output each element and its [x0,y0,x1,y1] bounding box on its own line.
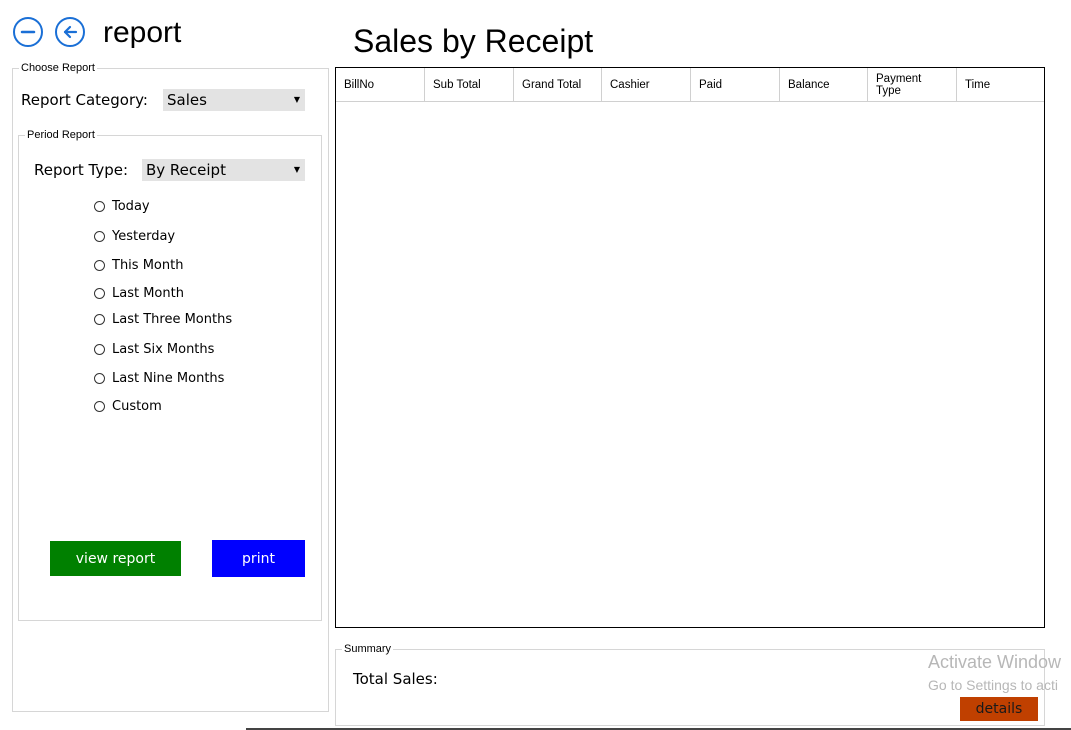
period-report-legend: Period Report [25,129,97,142]
report-category-value: Sales [167,91,207,109]
column-header[interactable]: Cashier [602,68,691,101]
activation-watermark-title: Activate Window [928,652,1062,672]
radio-circle-icon [94,200,105,212]
minimize-button[interactable] [13,17,43,47]
radio-last-month[interactable]: Last Month [94,284,184,302]
chevron-down-icon: ▼ [293,165,300,174]
radio-today[interactable]: Today [94,197,150,215]
radio-circle-icon [94,313,105,325]
report-type-value: By Receipt [146,161,226,179]
radio-label: Yesterday [112,228,176,244]
report-type-label: Report Type: [34,161,128,179]
total-sales-label: Total Sales: [353,670,438,688]
details-button[interactable]: details [960,697,1038,721]
radio-circle-icon [94,400,105,412]
radio-last-three-months[interactable]: Last Three Months [94,310,232,328]
summary-legend: Summary [342,643,394,656]
radio-circle-icon [94,343,105,355]
radio-circle-icon [94,230,105,242]
radio-label: This Month [112,257,184,273]
report-category-select[interactable]: Sales ▼ [163,89,305,111]
radio-label: Last Three Months [112,311,233,327]
radio-this-month[interactable]: This Month [94,256,183,274]
column-header[interactable]: Paid [691,68,780,101]
report-title: Sales by Receipt [353,23,594,59]
sales-data-grid[interactable]: BillNo Sub Total Grand Total Cashier Pai… [335,67,1045,628]
radio-custom[interactable]: Custom [94,397,162,415]
radio-label: Custom [112,398,162,414]
page-title: report [103,16,182,49]
radio-yesterday[interactable]: Yesterday [94,227,175,245]
radio-label: Last Month [112,285,184,301]
radio-last-six-months[interactable]: Last Six Months [94,340,214,358]
radio-last-nine-months[interactable]: Last Nine Months [94,369,224,387]
activation-watermark-subtitle: Go to Settings to acti [928,677,1058,693]
radio-circle-icon [94,259,105,271]
minus-circle-icon [20,30,36,34]
column-header[interactable]: Payment Type [868,68,957,101]
radio-circle-icon [94,372,105,384]
chevron-down-icon: ▼ [293,95,300,104]
radio-circle-icon [94,287,105,299]
choose-report-legend: Choose Report [19,62,97,75]
radio-label: Today [112,198,150,214]
radio-label: Last Nine Months [112,370,225,386]
report-type-select[interactable]: By Receipt ▼ [142,159,305,181]
arrow-left-circle-icon [63,25,78,39]
column-header[interactable]: Grand Total [514,68,602,101]
column-header[interactable]: Sub Total [425,68,514,101]
column-header[interactable]: Time [957,68,1044,101]
print-button[interactable]: print [212,540,305,577]
view-report-button[interactable]: view report [50,541,181,576]
report-category-label: Report Category: [21,91,148,109]
column-header[interactable]: BillNo [336,68,425,101]
back-button[interactable] [55,17,85,47]
radio-label: Last Six Months [112,341,215,357]
grid-header: BillNo Sub Total Grand Total Cashier Pai… [336,68,1044,102]
column-header[interactable]: Balance [780,68,868,101]
